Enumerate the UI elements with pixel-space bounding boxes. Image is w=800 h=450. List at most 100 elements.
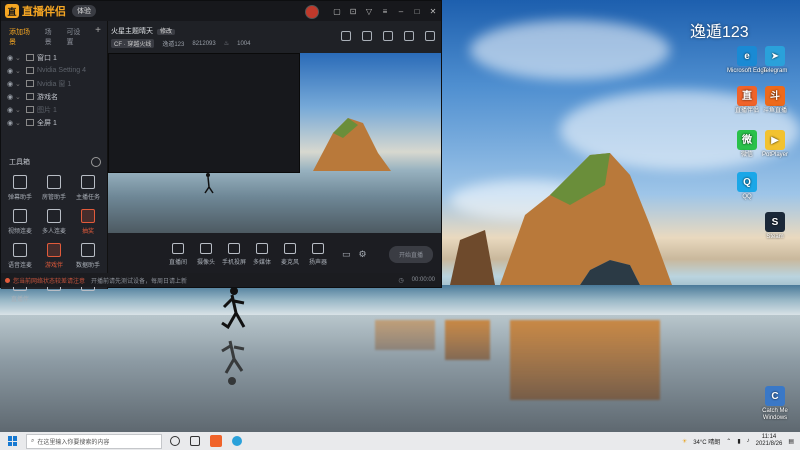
- shirt-icon[interactable]: ⊡: [349, 8, 357, 16]
- chevron-down-icon[interactable]: ⌄: [15, 119, 23, 127]
- share-icon[interactable]: [425, 31, 435, 41]
- eye-icon[interactable]: ◉: [7, 80, 15, 88]
- windows-start-icon[interactable]: [8, 436, 18, 446]
- tool-data[interactable]: 数据助手: [71, 243, 105, 269]
- avatar[interactable]: [305, 5, 319, 19]
- network-icon[interactable]: ▮: [737, 438, 740, 445]
- room-id: 逸遁123: [162, 42, 185, 48]
- menu-icon[interactable]: ≡: [381, 8, 389, 16]
- desktop-icon-telegram[interactable]: ➤ Telegram: [752, 46, 798, 75]
- chevron-up-icon[interactable]: ⌃: [726, 438, 731, 445]
- live-preview[interactable]: [108, 53, 441, 233]
- video-icon[interactable]: ▭: [342, 249, 351, 260]
- start-live-button[interactable]: 开始直播: [388, 245, 433, 263]
- layer-item[interactable]: ◉ ⌄ 游戏名: [1, 90, 107, 103]
- weather-text[interactable]: 34°C 晴朗: [693, 437, 720, 446]
- live-companion-taskbar-icon[interactable]: [210, 435, 222, 447]
- eye-icon[interactable]: ◉: [7, 106, 15, 114]
- gear-icon[interactable]: [91, 157, 101, 167]
- chevron-down-icon[interactable]: ⌄: [15, 54, 23, 62]
- chevron-down-icon[interactable]: ⌄: [15, 93, 23, 101]
- camera-button[interactable]: 摄像头: [192, 242, 220, 266]
- search-icon: ⌕: [31, 437, 35, 444]
- eye-icon[interactable]: ◉: [7, 54, 15, 62]
- title-bar[interactable]: 直 直播伴侣 体验 ▢ ⊡ ▽ ≡ – □ ✕: [1, 1, 441, 21]
- close-icon[interactable]: ✕: [429, 8, 437, 16]
- telegram-taskbar-icon[interactable]: [232, 436, 242, 446]
- game-icon: [26, 93, 34, 100]
- chevron-down-icon[interactable]: ⌄: [15, 67, 23, 75]
- layer-item[interactable]: ◉ ⌄ 窗口 1: [1, 51, 107, 64]
- edit-title-button[interactable]: 修改: [157, 29, 176, 35]
- search-input[interactable]: 在这里输入你要搜索的内容: [37, 437, 109, 446]
- chevron-down-icon[interactable]: ⌄: [15, 80, 23, 88]
- eye-icon[interactable]: ◉: [7, 93, 15, 101]
- filter-icon[interactable]: ▽: [365, 8, 373, 16]
- clock[interactable]: 11:14 2021/8/26: [756, 434, 783, 448]
- minimize-icon[interactable]: –: [397, 8, 405, 16]
- record-icon[interactable]: [341, 31, 351, 41]
- scene-tabs: 添加场景 场景 可设置 +: [1, 21, 107, 51]
- desktop-icon-catchme[interactable]: C Catch Me Windows: [752, 386, 798, 422]
- screen-icon[interactable]: [383, 31, 393, 41]
- layout-icon[interactable]: [362, 31, 372, 41]
- tool-danmu[interactable]: 弹幕助手: [3, 175, 37, 201]
- catchme-icon: C: [765, 386, 785, 406]
- desktop-icon-potplayer[interactable]: ▶ PotPlayer: [752, 130, 798, 159]
- room-manager-icon: [47, 175, 61, 189]
- left-panel: 添加场景 场景 可设置 + ◉ ⌄ 窗口 1 ◉ ⌄ Nvidia Setting 4 …: [1, 21, 108, 303]
- layer-item[interactable]: ◉ ⌄ 全屏 1: [1, 116, 107, 129]
- toolbox-header: 工具箱: [1, 149, 107, 171]
- tool-multi-link[interactable]: 多人连麦: [37, 209, 71, 235]
- clock-icon: ◷: [398, 277, 404, 284]
- phone-icon: [228, 242, 240, 254]
- notification-icon[interactable]: ▤: [788, 438, 794, 445]
- desktop-icon-steam[interactable]: S Steam: [752, 212, 798, 241]
- bell-icon[interactable]: [404, 31, 414, 41]
- layer-item[interactable]: ◉ ⌄ Nvidia Setting 4: [1, 64, 107, 77]
- tab-scene[interactable]: 场景: [45, 27, 59, 47]
- network-warning: 您当前网络状态较差请注意: [13, 278, 86, 285]
- tool-lottery[interactable]: 抽奖: [71, 209, 105, 235]
- maximize-icon[interactable]: □: [413, 8, 421, 16]
- phone-cast-button[interactable]: 手机投屏: [220, 242, 248, 266]
- speaker-button[interactable]: 扬声器: [304, 242, 332, 266]
- tab-settings[interactable]: 可设置: [66, 27, 87, 47]
- layer-item[interactable]: ◉ ⌄ Nvidia 窗 1: [1, 77, 107, 90]
- category-chip[interactable]: CF · 穿越火线: [111, 39, 155, 48]
- preview-rock: [313, 118, 391, 171]
- tool-voice-link[interactable]: 语音连麦: [3, 243, 37, 269]
- room-title[interactable]: 火星主题晴天: [111, 28, 153, 35]
- volume-icon[interactable]: ♪: [747, 438, 750, 444]
- version-badge[interactable]: 体验: [72, 5, 96, 17]
- message-icon[interactable]: ▢: [333, 8, 341, 16]
- weather-icon: ☀: [681, 438, 688, 445]
- task-view-icon[interactable]: [190, 436, 200, 446]
- tab-add-scene[interactable]: 添加场景: [9, 27, 37, 47]
- search-box[interactable]: ⌕ 在这里输入你要搜索的内容: [26, 433, 162, 449]
- tool-video-link[interactable]: 视频连麦: [3, 209, 37, 235]
- live-duration: 00:00:00: [411, 276, 435, 283]
- tool-tasks[interactable]: 主播任务: [71, 175, 105, 201]
- cloud: [470, 20, 670, 80]
- chevron-down-icon[interactable]: ⌄: [15, 106, 23, 114]
- cortana-icon[interactable]: [170, 436, 180, 446]
- desktop-icon-douyu[interactable]: 斗斗鱼直播: [752, 86, 798, 115]
- room-toolbar: [341, 31, 435, 41]
- tool-room-manager[interactable]: 房管助手: [37, 175, 71, 201]
- microphone-button[interactable]: 麦克风: [276, 242, 304, 266]
- runner-silhouette: [221, 287, 246, 385]
- eye-icon[interactable]: ◉: [7, 67, 15, 75]
- taskbar: ⌕ 在这里输入你要搜索的内容 ☀ 34°C 晴朗 ⌃ ▮ ♪ 11:14 202…: [0, 432, 800, 450]
- layer-item[interactable]: ◉ ⌄ 图片 1: [1, 103, 107, 116]
- tool-game-companion[interactable]: 游戏伴: [37, 243, 71, 269]
- task-icon: [81, 175, 95, 189]
- media-button[interactable]: 多媒体: [248, 242, 276, 266]
- system-tray: ☀ 34°C 晴朗 ⌃ ▮ ♪ 11:14 2021/8/26 ▤: [682, 434, 794, 448]
- live-room-button[interactable]: 直播间: [164, 242, 192, 266]
- desktop-icon-qq[interactable]: Q QQ: [724, 172, 770, 201]
- app-logo: 直 直播伴侣: [5, 3, 66, 19]
- settings-icon[interactable]: ⚙: [359, 249, 367, 260]
- add-icon[interactable]: +: [95, 26, 101, 47]
- eye-icon[interactable]: ◉: [7, 119, 15, 127]
